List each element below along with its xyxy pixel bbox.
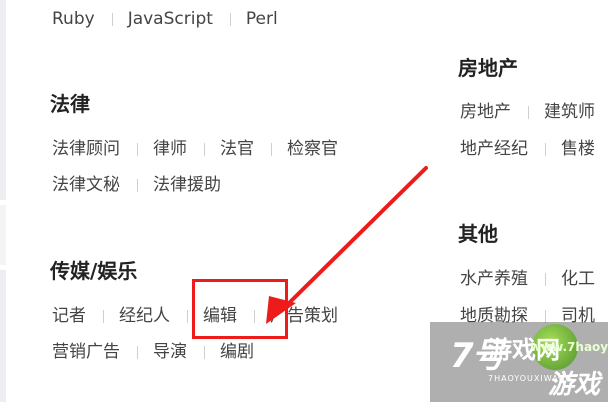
watermark-url: www.7haoyouxi.com	[530, 340, 608, 354]
watermark: 7号 游戏网 www.7haoyouxi.com 7HAOYOUXIWANG 游…	[430, 322, 608, 402]
watermark-brand-2: 游戏	[548, 370, 601, 400]
